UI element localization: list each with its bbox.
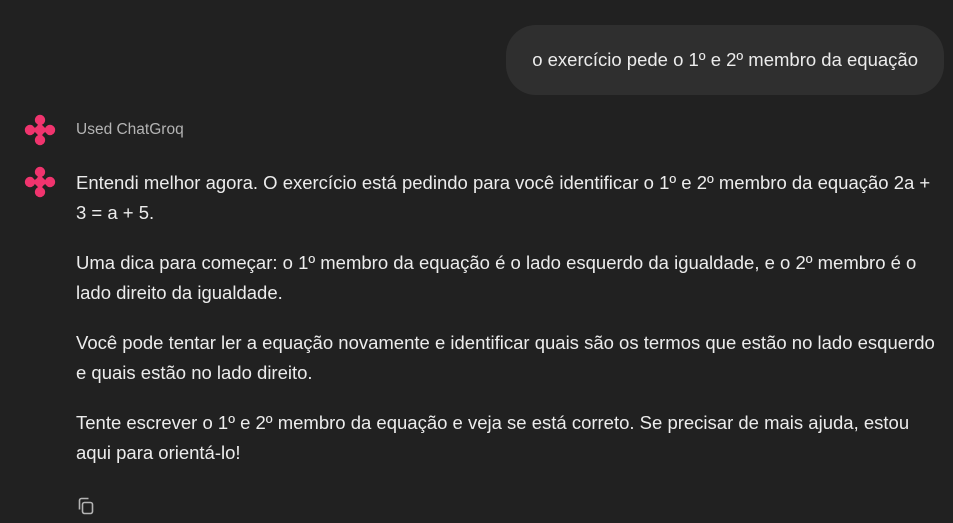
assistant-logo-icon [24, 114, 56, 146]
user-message-bubble: o exercício pede o 1º e 2º membro da equ… [506, 25, 944, 95]
chat-conversation: o exercício pede o 1º e 2º membro da equ… [0, 0, 953, 523]
copy-icon [78, 497, 94, 515]
assistant-paragraph: Você pode tentar ler a equação novamente… [76, 332, 935, 383]
assistant-logo-icon [24, 166, 56, 198]
assistant-paragraph: Uma dica para começar: o 1º membro da eq… [76, 252, 917, 303]
tool-used-status: Used ChatGroq [76, 121, 184, 138]
copy-button[interactable] [74, 494, 98, 518]
assistant-paragraph: Tente escrever o 1º e 2º membro da equaç… [76, 412, 910, 463]
assistant-paragraph: Entendi melhor agora. O exercício está p… [76, 172, 931, 223]
assistant-message: Entendi melhor agora. O exercício está p… [76, 168, 936, 488]
user-message-text: o exercício pede o 1º e 2º membro da equ… [532, 49, 918, 70]
